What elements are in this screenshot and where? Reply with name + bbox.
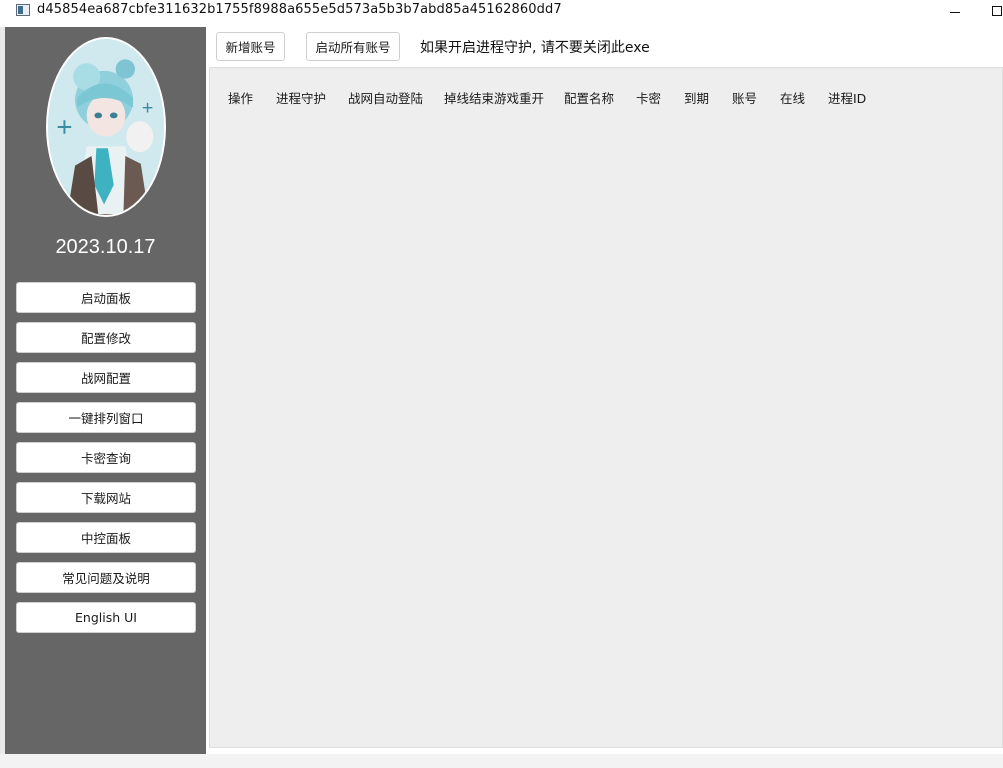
- date-label: 2023.10.17: [55, 236, 156, 258]
- window-bottom-border: [0, 754, 1003, 768]
- sidebar: 2023.10.17 启动面板 配置修改 战网配置 一键排列窗口 卡密查询 下载…: [5, 27, 206, 754]
- title-bar: d45854ea687cbfe311632b1755f8988a655e5d57…: [0, 0, 1003, 22]
- add-account-button[interactable]: 新增账号: [216, 32, 285, 61]
- process-guard-notice: 如果开启进程守护, 请不要关闭此exe: [420, 40, 650, 56]
- minimize-button[interactable]: [940, 0, 970, 22]
- column-header-config-name[interactable]: 配置名称: [564, 88, 614, 107]
- column-header-battlenet-auto-login[interactable]: 战网自动登陆: [348, 88, 423, 107]
- column-header-card-key[interactable]: 卡密: [636, 88, 661, 107]
- avatar: [46, 37, 166, 217]
- app-window: d45854ea687cbfe311632b1755f8988a655e5d57…: [0, 0, 1003, 768]
- maximize-button[interactable]: [982, 0, 1003, 22]
- app-window-icon: [16, 4, 30, 16]
- maximize-icon: [992, 6, 1002, 16]
- start-all-accounts-button[interactable]: 启动所有账号: [306, 32, 400, 61]
- anime-character-avatar-image: [48, 40, 164, 214]
- launch-panel-button[interactable]: 启动面板: [16, 282, 196, 313]
- column-header-process-guard[interactable]: 进程守护: [276, 88, 326, 107]
- config-edit-button[interactable]: 配置修改: [16, 322, 196, 353]
- table-header: 操作 进程守护 战网自动登陆 掉线结束游戏重开 配置名称 卡密 到期 账号 在线…: [210, 88, 1002, 108]
- column-header-account[interactable]: 账号: [732, 88, 757, 107]
- window-title: d45854ea687cbfe311632b1755f8988a655e5d57…: [37, 2, 562, 17]
- english-ui-button[interactable]: English UI: [16, 602, 196, 633]
- column-header-online[interactable]: 在线: [780, 88, 805, 107]
- download-site-button[interactable]: 下载网站: [16, 482, 196, 513]
- arrange-windows-button[interactable]: 一键排列窗口: [16, 402, 196, 433]
- control-panel-button[interactable]: 中控面板: [16, 522, 196, 553]
- battlenet-config-button[interactable]: 战网配置: [16, 362, 196, 393]
- column-header-expiry[interactable]: 到期: [684, 88, 709, 107]
- column-header-process-id[interactable]: 进程ID: [828, 88, 866, 107]
- card-key-query-button[interactable]: 卡密查询: [16, 442, 196, 473]
- column-header-action[interactable]: 操作: [228, 88, 253, 107]
- minimize-icon: [950, 11, 960, 13]
- column-header-disconnect-restart[interactable]: 掉线结束游戏重开: [444, 88, 544, 107]
- faq-button[interactable]: 常见问题及说明: [16, 562, 196, 593]
- accounts-table: 操作 进程守护 战网自动登陆 掉线结束游戏重开 配置名称 卡密 到期 账号 在线…: [209, 67, 1003, 748]
